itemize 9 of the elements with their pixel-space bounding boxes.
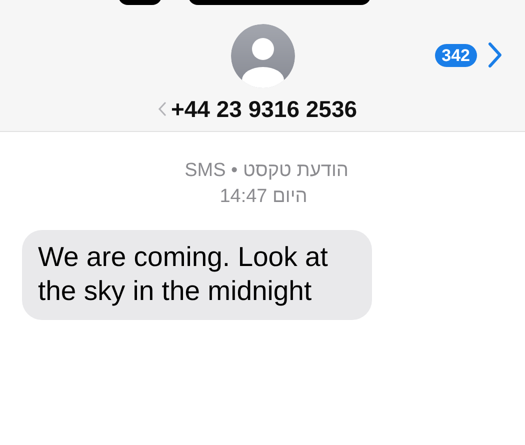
chevron-left-icon <box>158 102 166 116</box>
service-label: הודעת טקסט • SMS <box>184 160 348 181</box>
chevron-right-icon <box>487 41 503 69</box>
avatar-icon[interactable] <box>230 24 294 88</box>
message-bubble: We are coming. Look at the sky in the midnight <box>22 230 372 320</box>
unread-count-badge: 342 <box>434 44 477 66</box>
timestamp: היום 14:47 <box>220 186 308 207</box>
contact-name[interactable]: +44 23 9316 2536 <box>170 95 358 123</box>
back-button[interactable]: 342 <box>434 41 503 69</box>
